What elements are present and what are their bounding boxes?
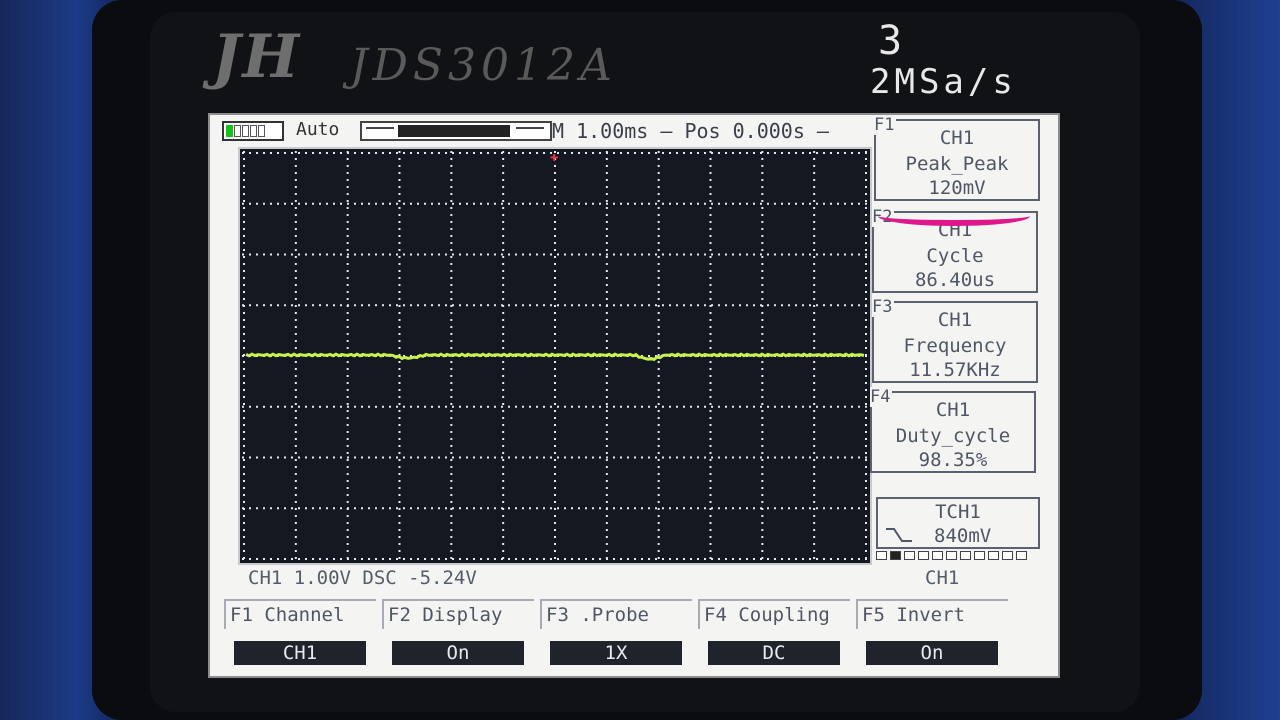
softkey-label: F2 Display [382, 599, 534, 629]
measurement-name: Duty_cycle [895, 425, 1011, 447]
softkey-label: F4 Coupling [698, 599, 850, 629]
softkey-4[interactable]: F4 Coupling DC [698, 595, 850, 671]
trigger-level-box: TCH1 840mV [876, 497, 1040, 549]
measurement-name: Frequency [903, 335, 1007, 357]
measurement-name: Cycle [926, 245, 984, 267]
softkey-1[interactable]: F1 Channel CH1 [224, 595, 376, 671]
measurement-box-4: F4 CH1 Duty_cycle 98.35% [870, 387, 1036, 473]
measurement-box-1: F1 CH1 Peak_Peak 120mV [874, 115, 1040, 201]
softkey-3[interactable]: F3 .Probe 1X [540, 595, 692, 671]
softkey-label: F5 Invert [856, 599, 1008, 629]
waveform-display [238, 147, 872, 565]
spec-bandwidth: 3 [878, 18, 909, 64]
softkey-value: On [866, 641, 998, 665]
softkey-value: On [392, 641, 524, 665]
falling-edge-icon [886, 528, 912, 542]
ch1-trace [245, 352, 865, 362]
softkey-5[interactable]: F5 Invert On [856, 595, 1008, 671]
pen-underline-annotation [878, 206, 1030, 226]
softkey-menu: F1 Channel CH1 F2 Display On F3 .Probe 1X F4 C… [224, 595, 1044, 675]
measurement-source: CH1 [935, 399, 971, 421]
lcd-screen: Auto M 1.00ms — Pos 0.000s — ✚ CH1 1.00V… [208, 113, 1060, 678]
softkey-label: F3 .Probe [540, 599, 692, 629]
measurement-value: 98.35% [918, 449, 988, 471]
measurement-box-3: F3 CH1 Frequency 11.57KHz [872, 297, 1038, 383]
trigger-source: TCH1 [935, 501, 981, 523]
trigger-position-marker-icon: ✚ [550, 149, 559, 165]
softkey-value: 1X [550, 641, 682, 665]
memory-position-bar [360, 121, 552, 141]
softkey-value: CH1 [234, 641, 366, 665]
model-name: JDS3012A [350, 40, 617, 91]
measurement-name: Peak_Peak [905, 153, 1009, 175]
measurement-value: 11.57KHz [909, 359, 1001, 381]
brand-logo: JH [212, 22, 302, 92]
softkey-value: DC [708, 641, 840, 665]
timebase-readout: M 1.00ms — Pos 0.000s — [552, 119, 829, 143]
page-indicator [876, 551, 1027, 560]
measurement-source: CH1 [937, 309, 973, 331]
trigger-mode: Auto [296, 119, 340, 140]
spec-sample-rate: 2MSa/s [870, 62, 1017, 102]
measurement-value: 86.40us [914, 269, 996, 291]
measurement-value: 120mV [928, 177, 986, 199]
menu-channel-label: CH1 [925, 567, 960, 589]
waveform-grid [242, 151, 868, 561]
softkey-label: F1 Channel [224, 599, 376, 629]
softkey-2[interactable]: F2 Display On [382, 595, 534, 671]
measurement-source: CH1 [939, 127, 975, 149]
trigger-level: 840mV [934, 525, 992, 547]
oscilloscope-body: JH JDS3012A 3 2MSa/s Auto M 1.00ms — Pos… [0, 0, 1280, 720]
battery-icon [222, 121, 284, 141]
channel-scale-readout: CH1 1.00V DSC -5.24V [248, 567, 477, 589]
